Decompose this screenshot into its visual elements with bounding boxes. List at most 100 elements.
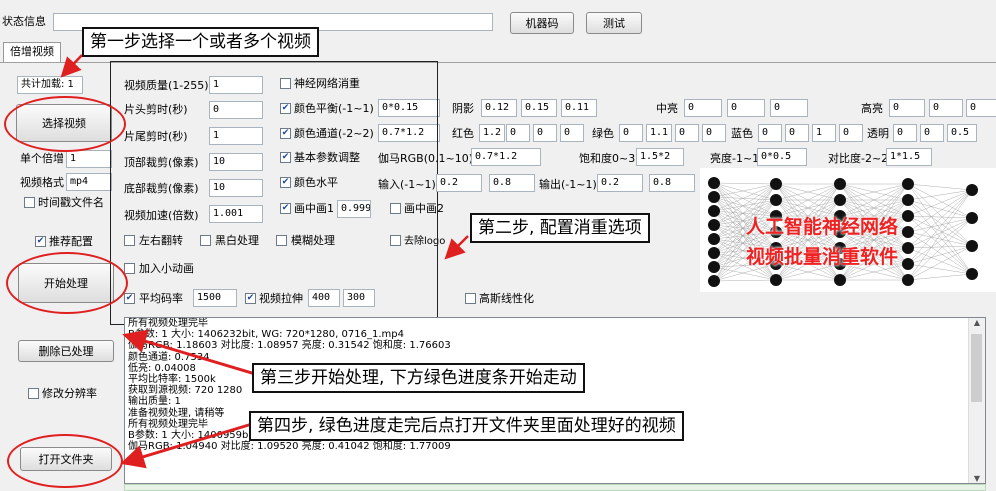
blue-input-3[interactable]: 1 <box>812 124 836 142</box>
speed-input[interactable]: 1.001 <box>209 205 263 223</box>
nn-edge <box>713 182 777 185</box>
bottom-crop-input[interactable]: 10 <box>209 179 263 197</box>
color-channel-checkbox[interactable] <box>280 128 291 139</box>
logo-checkbox[interactable] <box>390 235 401 246</box>
nn-node <box>902 258 914 270</box>
nn-node <box>708 177 720 189</box>
blue-label: 蓝色 <box>731 127 753 140</box>
green-input-2[interactable]: 1.1 <box>646 124 672 142</box>
machine-code-button[interactable]: 机器码 <box>510 12 574 34</box>
flip-checkbox[interactable] <box>124 235 135 246</box>
nn-node <box>966 240 978 252</box>
bitrate-checkbox[interactable] <box>124 293 135 304</box>
output-level-1[interactable]: 0.2 <box>597 174 643 192</box>
head-trim-input[interactable]: 0 <box>209 101 263 119</box>
scroll-up-icon[interactable]: ▲ <box>969 318 985 327</box>
alpha-input-2[interactable]: 0 <box>920 124 944 142</box>
alpha-input-3[interactable]: 0.5 <box>947 124 977 142</box>
bw-label: 黑白处理 <box>215 234 259 247</box>
alpha-input-1[interactable]: 0 <box>893 124 917 142</box>
input-level-label: 输入(-1~1) <box>378 178 436 191</box>
highlight-input-1[interactable]: 0 <box>889 99 925 117</box>
shadow-input-2[interactable]: 0.15 <box>521 99 557 117</box>
stretch-checkbox[interactable] <box>245 293 256 304</box>
basic-params-checkbox[interactable] <box>280 152 291 163</box>
shadow-input-1[interactable]: 0.12 <box>481 99 517 117</box>
resolution-checkbox[interactable] <box>28 388 39 399</box>
blue-input-4[interactable]: 0 <box>839 124 863 142</box>
highlight-input-3[interactable]: 0 <box>966 99 996 117</box>
top-crop-label: 顶部裁剪(像素) <box>124 156 199 169</box>
pip1-input[interactable]: 0.999 <box>337 200 371 218</box>
nn-node <box>902 226 914 238</box>
neural-dedup-label: 神经网络消重 <box>294 77 360 90</box>
highlight-input-2[interactable]: 0 <box>929 99 963 117</box>
annotation-step2: 第二步, 配置消重选项 <box>470 213 650 243</box>
contrast-label: 对比度-2~2 <box>828 152 889 165</box>
neural-dedup-checkbox[interactable] <box>280 78 291 89</box>
pip2-checkbox[interactable] <box>390 203 401 214</box>
tab-multiply-video[interactable]: 倍增视频 <box>3 42 61 63</box>
speed-label: 视频加速(倍数) <box>124 209 199 222</box>
scroll-down-icon[interactable]: ▼ <box>969 474 985 483</box>
single-multiply-input[interactable]: 1 <box>66 150 112 168</box>
color-level-checkbox[interactable] <box>280 177 291 188</box>
log-scrollbar[interactable]: ▲ ▼ <box>968 318 985 483</box>
recommend-checkbox[interactable] <box>35 236 46 247</box>
log-line: 颜色通道: 0.7534 <box>128 351 210 363</box>
log-line: 输出质量: 1 <box>128 396 181 408</box>
saturation-input[interactable]: 1.5*2 <box>636 148 684 166</box>
quality-input[interactable]: 1 <box>209 76 263 94</box>
red-input-4[interactable]: 0 <box>560 124 584 142</box>
nn-node <box>966 268 978 280</box>
bw-checkbox[interactable] <box>200 235 211 246</box>
pip1-checkbox[interactable] <box>280 203 291 214</box>
color-channel-input[interactable]: 0.7*1.2 <box>378 124 440 142</box>
midtone-input-2[interactable]: 0 <box>727 99 765 117</box>
green-input-1[interactable]: 0 <box>619 124 643 142</box>
nn-node <box>902 242 914 254</box>
color-level-label: 颜色水平 <box>294 176 338 189</box>
shadow-input-3[interactable]: 0.11 <box>561 99 597 117</box>
log-output[interactable]: 所有视频处理完毕 B参数: 1 大小: 1406232bit, WG: 720*1… <box>124 317 986 484</box>
brightness-input[interactable]: 0*0.5 <box>757 148 807 166</box>
add-anim-checkbox[interactable] <box>124 263 135 274</box>
stretch-width-input[interactable]: 400 <box>308 289 340 307</box>
input-level-1[interactable]: 0.2 <box>436 174 482 192</box>
blur-checkbox[interactable] <box>276 235 287 246</box>
green-input-4[interactable]: 0 <box>702 124 726 142</box>
color-balance-input[interactable]: 0*0.15 <box>378 99 440 117</box>
output-level-label: 输出(-1~1) <box>539 178 597 191</box>
midtone-input-3[interactable]: 0 <box>770 99 808 117</box>
gauss-checkbox[interactable] <box>465 293 476 304</box>
top-crop-input[interactable]: 10 <box>209 153 263 171</box>
bottom-crop-label: 底部裁剪(像素) <box>124 182 199 195</box>
status-label: 状态信息 <box>2 15 46 28</box>
red-input-3[interactable]: 0 <box>533 124 557 142</box>
output-level-2[interactable]: 0.8 <box>649 174 695 192</box>
red-input-1[interactable]: 1.2 <box>479 124 505 142</box>
input-level-2[interactable]: 0.8 <box>489 174 535 192</box>
delete-processed-button[interactable]: 删除已处理 <box>18 340 114 362</box>
green-input-3[interactable]: 0 <box>675 124 699 142</box>
banner-line-2: 视频批量消重软件 <box>746 246 899 268</box>
gauss-label: 高斯线性化 <box>479 292 534 305</box>
test-button[interactable]: 测试 <box>586 12 642 34</box>
timestamp-checkbox[interactable] <box>24 197 35 208</box>
tail-trim-input[interactable]: 1 <box>209 127 263 145</box>
bitrate-input[interactable]: 1500 <box>193 289 237 307</box>
color-balance-checkbox[interactable] <box>280 103 291 114</box>
nn-edge <box>907 189 973 217</box>
nn-edge <box>713 279 777 282</box>
midtone-input-1[interactable]: 0 <box>684 99 722 117</box>
color-balance-label: 颜色平衡(-1~1) <box>294 102 374 115</box>
blue-input-2[interactable]: 0 <box>785 124 809 142</box>
video-format-input[interactable]: mp4 <box>66 173 112 191</box>
gamma-input[interactable]: 0.7*1.2 <box>471 148 541 166</box>
contrast-input[interactable]: 1*1.5 <box>886 148 932 166</box>
blue-input-1[interactable]: 0 <box>758 124 782 142</box>
red-input-2[interactable]: 0 <box>506 124 530 142</box>
nn-node <box>708 247 720 259</box>
stretch-height-input[interactable]: 300 <box>343 289 375 307</box>
scroll-thumb[interactable] <box>971 334 982 402</box>
